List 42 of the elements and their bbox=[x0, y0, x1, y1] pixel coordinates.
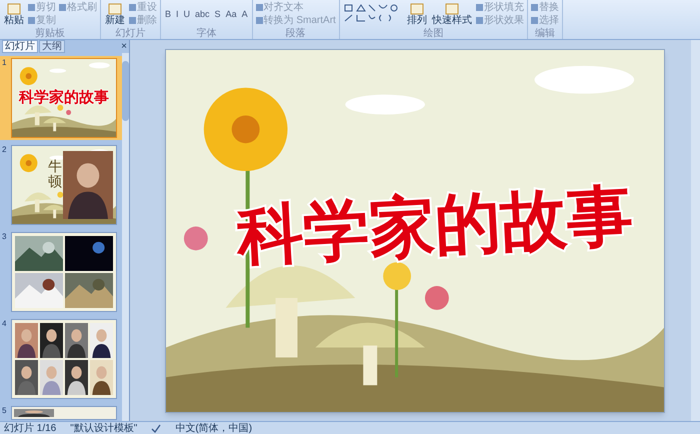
format-button[interactable]: Aa bbox=[224, 9, 238, 19]
slide-icon bbox=[410, 2, 424, 14]
pane-tab[interactable]: 大纲 bbox=[39, 40, 65, 53]
format-button[interactable]: I bbox=[175, 9, 180, 19]
slide-thumbnail[interactable] bbox=[11, 232, 117, 312]
ribbon-button[interactable]: 快速样式 bbox=[430, 2, 473, 26]
scrollbar[interactable] bbox=[122, 53, 129, 421]
tool-icon bbox=[59, 4, 66, 11]
check-icon[interactable] bbox=[151, 424, 162, 432]
ribbon-button[interactable]: 新建 bbox=[104, 2, 126, 26]
format-button[interactable]: U bbox=[182, 9, 192, 19]
slide-icon bbox=[7, 2, 21, 14]
slide-number: 3 bbox=[2, 232, 8, 243]
slide-thumbnail[interactable] bbox=[11, 319, 117, 399]
group-label: 编辑 bbox=[534, 28, 556, 39]
group-label: 幻灯片 bbox=[114, 28, 146, 39]
slide-number: 2 bbox=[2, 145, 8, 156]
slide-thumbnail[interactable] bbox=[11, 406, 117, 420]
slide-count: 幻灯片 1/16 bbox=[4, 422, 56, 434]
group-label: 绘图 bbox=[422, 28, 444, 39]
slide-icon bbox=[108, 2, 122, 14]
group-label: 剪贴板 bbox=[34, 28, 66, 39]
pane-tab[interactable]: 幻灯片 bbox=[2, 40, 38, 53]
close-button[interactable]: × bbox=[121, 42, 127, 52]
slide-number: 4 bbox=[2, 319, 8, 330]
slide-number: 5 bbox=[2, 406, 8, 417]
slide-title: 科学家的故事 bbox=[19, 88, 109, 108]
format-button[interactable]: B bbox=[164, 9, 172, 19]
group-label: 字体 bbox=[195, 28, 218, 39]
language-label: 中文(简体，中国) bbox=[175, 422, 252, 434]
format-button[interactable]: S bbox=[214, 9, 222, 19]
group-label: 段落 bbox=[284, 28, 307, 39]
slide-icon bbox=[444, 2, 459, 14]
theme-name: "默认设计模板" bbox=[70, 422, 138, 434]
format-button[interactable]: A bbox=[240, 9, 249, 19]
ribbon-button[interactable]: 粘贴 bbox=[3, 2, 25, 26]
ribbon-button[interactable]: 排列 bbox=[406, 2, 428, 26]
slide-title: 科学家的故事 bbox=[234, 176, 636, 274]
scrollbar[interactable] bbox=[691, 40, 700, 421]
format-button[interactable]: abc bbox=[194, 9, 211, 19]
slide-number: 1 bbox=[2, 58, 8, 69]
slide-thumbnail[interactable]: 科学家的故事 bbox=[11, 58, 117, 138]
